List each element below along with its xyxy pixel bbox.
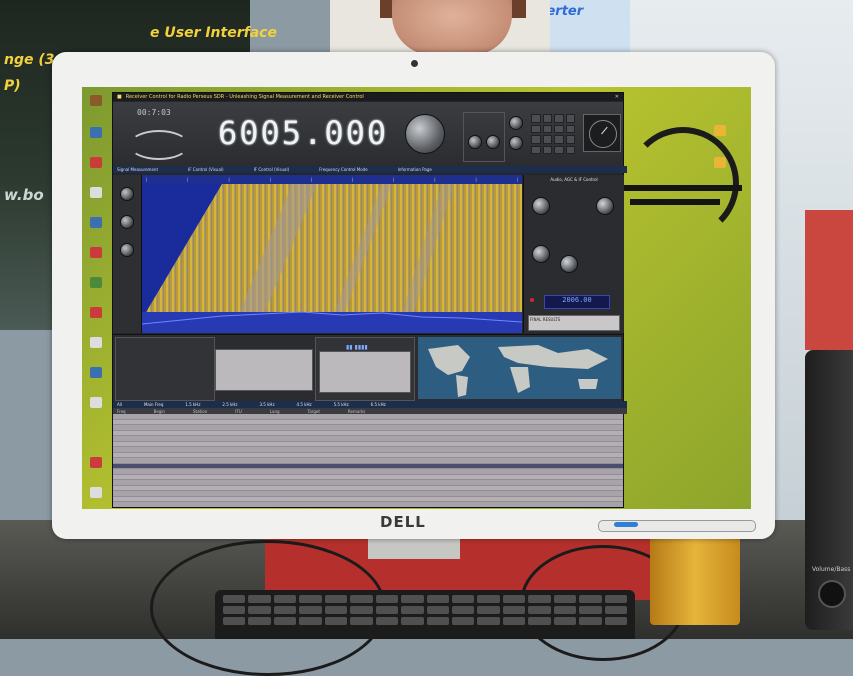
sdr-application-window[interactable]: ■ Receiver Control for Radio Perseus SDR… [112, 92, 627, 508]
desktop-icon[interactable] [90, 487, 102, 498]
table-tab[interactable]: All [117, 402, 122, 407]
power-led-icon [614, 522, 638, 527]
desktop-icon[interactable] [90, 217, 102, 228]
keyboard[interactable] [215, 590, 635, 639]
tab[interactable]: IF Control (Visual) [254, 167, 290, 172]
app-title: Receiver Control for Radio Perseus SDR -… [125, 94, 364, 100]
column-header[interactable]: Freq [117, 409, 126, 414]
wallpaper-logo-bar [630, 199, 720, 205]
folder-icon[interactable] [714, 125, 726, 136]
person-face [392, 0, 512, 55]
app-titlebar[interactable]: ■ Receiver Control for Radio Perseus SDR… [113, 93, 623, 101]
desktop-icon[interactable] [90, 157, 102, 168]
desktop-icon[interactable] [90, 457, 102, 468]
column-header[interactable]: Station [193, 409, 207, 414]
numeric-keypad[interactable] [531, 114, 575, 154]
waterfall-image [142, 184, 522, 333]
monitor-brand: DELL [380, 513, 426, 531]
desktop-icon[interactable] [90, 307, 102, 318]
station-table[interactable] [113, 414, 623, 507]
frequency-display[interactable]: 6005.000 [218, 114, 388, 152]
table-tab-strip[interactable]: All Main Freq 1.5 kHz 2.5 kHz 3.5 kHz 4.5 kHz… [113, 401, 627, 408]
desktop-icon[interactable] [90, 247, 102, 258]
poster-text-2: nge (3 [4, 52, 55, 68]
desktop-icon[interactable] [90, 337, 102, 348]
log-list[interactable] [319, 351, 411, 393]
table-tab[interactable]: 5.5 kHz [334, 402, 349, 407]
knob[interactable] [120, 243, 134, 257]
speaker-label: Volume/Bass [812, 566, 851, 573]
info-box: FINAL RESULTS [528, 315, 620, 331]
tab[interactable]: Frequency Control Mode [319, 167, 368, 172]
station-list[interactable] [215, 349, 313, 391]
poster-text-3: P) [4, 78, 21, 94]
red-cabinet [805, 210, 853, 350]
table-tab[interactable]: Main Freq [144, 402, 163, 407]
tuning-knob[interactable] [405, 114, 445, 154]
table-tab[interactable]: 3.5 kHz [259, 402, 274, 407]
desktop-icon[interactable] [90, 277, 102, 288]
mid-control-row: ▮▮ ▮▮▮▮ [113, 334, 623, 401]
agc-knob[interactable] [596, 197, 614, 215]
column-header[interactable]: Remarks [348, 409, 365, 414]
record-indicator-icon [530, 298, 534, 302]
table-tab[interactable]: 2.5 kHz [222, 402, 237, 407]
logo-digit-display: 00:7:03 [137, 108, 171, 117]
desktop-icon[interactable] [90, 367, 102, 378]
column-header[interactable]: ITU [235, 409, 242, 414]
volume-knob[interactable] [532, 197, 550, 215]
table-tab[interactable]: 6.5 kHz [371, 402, 386, 407]
wallpaper-logo-bar [622, 185, 742, 191]
app-icon: ■ [117, 94, 122, 100]
secondary-frequency-display: 2006.00 [544, 295, 610, 309]
tab[interactable]: Information Page [398, 167, 432, 172]
desktop-screen: ■ Receiver Control for Radio Perseus SDR… [82, 87, 751, 509]
recording-panel [115, 337, 215, 401]
receiver-control-panel: 00:7:03 6005.000 160m80m60m49m41m31m2 [113, 102, 623, 173]
desktop-icon[interactable] [90, 95, 102, 106]
logo-block: 00:7:03 [117, 108, 193, 160]
audio-panel-title: Audio, AGC & IF Control [550, 177, 598, 182]
column-header[interactable]: Lang [270, 409, 280, 414]
spectrum-display[interactable]: | | | | | | | | | | [142, 175, 522, 333]
knob[interactable] [120, 215, 134, 229]
column-header[interactable]: Target [308, 409, 320, 414]
wallpaper-logo [627, 127, 739, 239]
audio-control-panel: Audio, AGC & IF Control 2006.00 FINAL RE… [523, 175, 624, 333]
rf-filter-panel [463, 112, 505, 162]
waterfall-display[interactable] [142, 184, 522, 333]
monitor-stand [368, 539, 460, 559]
world-map[interactable] [418, 337, 621, 399]
rf-knob[interactable] [468, 135, 482, 149]
tab-strip[interactable]: Signal Measurement IF Control (Visual) IF … [113, 166, 627, 173]
rf-knob[interactable] [486, 135, 500, 149]
table-row[interactable] [113, 502, 623, 507]
desktop-icon[interactable] [90, 127, 102, 138]
poster-text-4: w.bo [4, 186, 44, 204]
bandwidth-knob[interactable] [560, 255, 578, 273]
speaker-volume-knob[interactable] [818, 580, 846, 608]
table-tab[interactable]: 4.5 kHz [297, 402, 312, 407]
if-knob[interactable] [532, 245, 550, 263]
left-knob-column [113, 175, 142, 333]
poster-text-1: e User Interface [150, 25, 277, 41]
close-icon[interactable]: ✕ [615, 94, 619, 100]
gain-knob[interactable] [509, 116, 523, 130]
clock-face-icon [589, 120, 617, 148]
webcam-icon [411, 60, 418, 67]
tab[interactable]: Signal Measurement [117, 167, 158, 172]
squelch-knob[interactable] [509, 136, 523, 150]
radio-logo-icon [129, 130, 189, 160]
desktop-icon[interactable] [90, 187, 102, 198]
tab[interactable]: IF Control (Visual) [188, 167, 224, 172]
clock-widget [583, 114, 621, 152]
table-tab[interactable]: 1.5 kHz [185, 402, 200, 407]
column-header[interactable]: Begin [154, 409, 165, 414]
knob[interactable] [120, 187, 134, 201]
desktop-icon[interactable] [90, 397, 102, 408]
